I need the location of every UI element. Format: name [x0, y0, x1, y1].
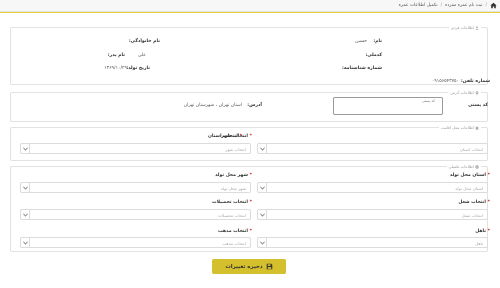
city-select[interactable]: انتخاب شهر [20, 143, 251, 154]
birth-date-label: تاریخ تولد: [126, 66, 150, 71]
birth-date-value: ۱۳۶۹/۱۰/۲۹ [104, 66, 127, 71]
required-marker: * [485, 229, 490, 234]
chevron-down-icon [258, 238, 267, 247]
marital-label: * تاهل [475, 229, 490, 234]
religion-label: * انتخاب مذهب [218, 229, 252, 234]
location-pin-icon [475, 90, 479, 95]
address-value: استان تهران ، شهرستان تهران [183, 103, 242, 108]
breadcrumb-separator: / [440, 3, 443, 8]
job-select[interactable]: انتخاب شغل [257, 209, 488, 220]
education-label-text: انتخاب تحصیلات [212, 200, 248, 205]
accent-divider [0, 12, 500, 13]
residence-info-title: اطلاعات محل اقامت [441, 125, 474, 130]
postal-code-placeholder: کد پستی [421, 99, 435, 103]
religion-placeholder: انتخاب مذهب [222, 241, 246, 246]
education-placeholder: انتخاب تحصیلات [217, 213, 246, 218]
required-marker: * [485, 200, 490, 205]
birth-province-select[interactable]: استان محل تولد [257, 182, 488, 193]
father-name-value: علی [137, 53, 146, 58]
id-number-label: شماره شناسنامه: [342, 66, 382, 71]
postal-code-label: کد پستی [468, 103, 488, 108]
extra-info-title: اطلاعات تکمیلی [448, 164, 474, 169]
birth-province-placeholder: استان محل تولد [455, 186, 483, 191]
first-name-label: نام: [373, 39, 382, 44]
phone-value: ۰۹۱۵۶۵۴۳۷۵۰ [431, 79, 459, 84]
home-small-icon [475, 125, 479, 130]
home-icon[interactable] [490, 2, 497, 9]
breadcrumb-item-complete-info: تکمیل اطلاعات عمره [398, 3, 438, 8]
required-marker: * [247, 173, 252, 178]
city-label-text: انتخاب شهر [221, 134, 248, 139]
address-label: آدرس: [247, 103, 262, 108]
required-marker: * [247, 229, 252, 234]
breadcrumb-separator: / [485, 3, 487, 8]
postal-code-input[interactable]: کد پستی [333, 97, 443, 115]
education-label: * انتخاب تحصیلات [212, 200, 252, 205]
save-changes-button[interactable]: ذخیره تغییرات [212, 259, 286, 274]
personal-info-title: اطلاعات فردی [450, 25, 474, 30]
birth-province-label: * استان محل تولد [450, 173, 490, 178]
personal-info-panel: اطلاعات فردی [10, 25, 488, 85]
birth-city-placeholder: شهر محل تولد [220, 186, 246, 191]
save-changes-label: ذخیره تغییرات [225, 263, 263, 270]
user-icon [475, 25, 479, 30]
residence-info-legend: اطلاعات محل اقامت [439, 125, 481, 130]
chevron-down-icon [21, 144, 30, 153]
chevron-down-icon [21, 183, 30, 192]
extra-info-legend: اطلاعات تکمیلی [446, 164, 481, 169]
province-placeholder: انتخاب استان [459, 147, 483, 152]
address-info-legend: اطلاعات آدرس [448, 90, 481, 95]
marital-label-text: تاهل [475, 229, 486, 234]
birth-province-label-text: استان محل تولد [449, 173, 486, 178]
job-label: * انتخاب شغل [458, 200, 490, 205]
required-marker: * [247, 134, 252, 139]
religion-label-text: انتخاب مذهب [218, 229, 248, 234]
chevron-down-icon [258, 183, 267, 192]
breadcrumb-item-umrah-registration[interactable]: ثبت نام عمره مفرده [445, 3, 482, 8]
job-label-text: انتخاب شغل [458, 200, 486, 205]
birth-city-select[interactable]: شهر محل تولد [20, 182, 251, 193]
address-info-title: اطلاعات آدرس [450, 90, 474, 95]
education-select[interactable]: انتخاب تحصیلات [20, 209, 251, 220]
national-code-label: کدملی: [365, 53, 382, 58]
info-icon [475, 164, 479, 169]
job-placeholder: انتخاب شغل [461, 213, 483, 218]
province-select[interactable]: انتخاب استان [257, 143, 488, 154]
city-placeholder: انتخاب شهر [225, 147, 246, 152]
required-marker: * [247, 200, 252, 205]
phone-label: شماره تلفن: [460, 79, 490, 84]
chevron-down-icon [21, 238, 30, 247]
personal-info-legend: اطلاعات فردی [448, 25, 481, 30]
chevron-down-icon [258, 210, 267, 219]
birth-city-label: * شهر محل تولد [215, 173, 252, 178]
marital-placeholder: تاهل [475, 241, 483, 246]
father-name-label: نام پدر: [107, 53, 125, 58]
save-icon [266, 263, 272, 270]
marital-select[interactable]: تاهل [257, 237, 488, 248]
required-marker: * [485, 173, 490, 178]
last-name-label: نام خانوادگی: [128, 39, 160, 44]
city-label: * انتخاب شهر [221, 134, 252, 139]
breadcrumb: / ثبت نام عمره مفرده / تکمیل اطلاعات عمر… [0, 0, 500, 12]
birth-city-label-text: شهر محل تولد [215, 173, 248, 178]
chevron-down-icon [258, 144, 267, 153]
chevron-down-icon [21, 210, 30, 219]
first-name-value: حسین [355, 39, 367, 44]
religion-select[interactable]: انتخاب مذهب [20, 237, 251, 248]
